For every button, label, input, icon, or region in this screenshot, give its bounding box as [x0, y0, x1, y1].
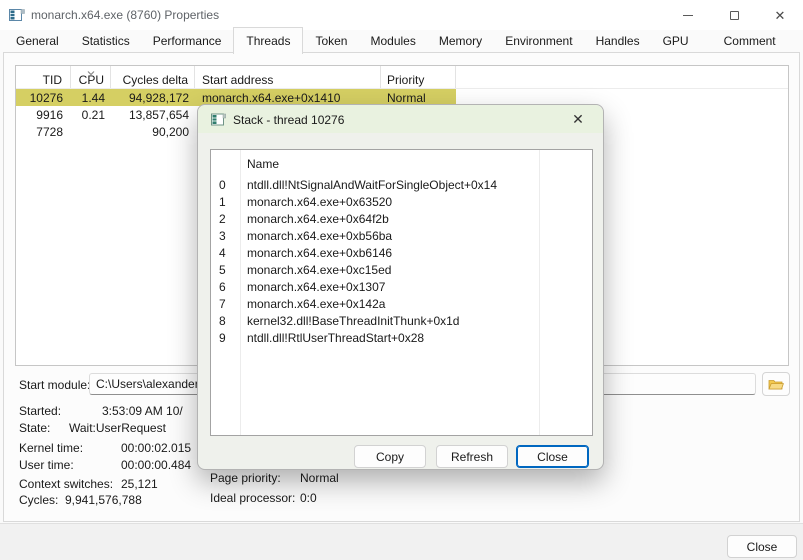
stack-name-column-header[interactable]: Name — [247, 157, 279, 171]
frame-index: 5 — [219, 263, 226, 277]
frame-name: monarch.x64.exe+0xc15ed — [247, 263, 391, 277]
kernel-time-value: 00:00:02.015 — [121, 441, 191, 455]
tab-general[interactable]: General — [5, 29, 70, 53]
cycles-value: 9,941,576,788 — [65, 493, 142, 507]
cell-tid: 9916 — [16, 108, 71, 122]
tab-handles[interactable]: Handles — [585, 29, 651, 53]
frame-name: ntdll.dll!RtlUserThreadStart+0x28 — [247, 331, 424, 345]
state-value: Wait:UserRequest — [69, 421, 166, 435]
stack-dialog-icon — [211, 113, 226, 129]
frame-name: ntdll.dll!NtSignalAndWaitForSingleObject… — [247, 178, 497, 192]
frame-index: 2 — [219, 212, 226, 226]
tab-memory[interactable]: Memory — [428, 29, 493, 53]
frame-index: 3 — [219, 229, 226, 243]
column-header-cycles-delta[interactable]: Cycles delta — [111, 66, 195, 88]
page-priority-value: Normal — [300, 471, 339, 485]
ideal-processor-label: Ideal processor: — [210, 491, 295, 505]
frame-index: 9 — [219, 331, 226, 345]
minimize-icon — [683, 15, 693, 16]
frame-index: 6 — [219, 280, 226, 294]
window-title: monarch.x64.exe (8760) Properties — [31, 8, 219, 22]
footer: Close — [0, 523, 803, 560]
refresh-button[interactable]: Refresh — [436, 445, 508, 468]
frame-index: 0 — [219, 178, 226, 192]
properties-window: monarch.x64.exe (8760) Properties ✕ Gene… — [0, 0, 803, 560]
tab-environment[interactable]: Environment — [494, 29, 583, 53]
maximize-button[interactable] — [711, 0, 757, 30]
frame-index: 8 — [219, 314, 226, 328]
context-switches-label: Context switches: — [19, 477, 113, 491]
cell-cycles-delta: 94,928,172 — [111, 91, 195, 105]
frame-index: 7 — [219, 297, 226, 311]
frame-name: monarch.x64.exe+0xb6146 — [247, 246, 392, 260]
stack-dialog: Stack - thread 10276 ✕ Name 0 ntdll.dll!N… — [197, 104, 604, 470]
folder-icon — [768, 378, 784, 391]
stack-dialog-title: Stack - thread 10276 — [233, 113, 344, 127]
titlebar: monarch.x64.exe (8760) Properties ✕ — [0, 0, 803, 30]
stack-close-button[interactable]: Close — [516, 445, 589, 468]
cell-priority: Normal — [381, 91, 456, 105]
thread-list-header: TID CPU Cycles delta Start address Prior… — [16, 66, 788, 89]
minimize-button[interactable] — [665, 0, 711, 30]
start-module-label: Start module: — [19, 378, 90, 392]
column-header-start-address[interactable]: Start address — [195, 66, 381, 88]
tab-statistics[interactable]: Statistics — [71, 29, 141, 53]
ideal-processor-value: 0:0 — [300, 491, 317, 505]
cell-cycles-delta: 90,200 — [111, 125, 195, 139]
stack-dialog-titlebar: Stack - thread 10276 ✕ — [198, 105, 603, 133]
state-label: State: — [19, 421, 50, 435]
started-value: 3:53:09 AM 10/ — [102, 404, 183, 418]
close-icon: ✕ — [572, 111, 584, 128]
frame-name: kernel32.dll!BaseThreadInitThunk+0x1d — [247, 314, 459, 328]
context-switches-value: 25,121 — [121, 477, 158, 491]
frame-name: monarch.x64.exe+0x63520 — [247, 195, 392, 209]
tab-modules[interactable]: Modules — [359, 29, 426, 53]
frame-name: monarch.x64.exe+0xb56ba — [247, 229, 392, 243]
column-header-tid[interactable]: TID — [16, 66, 71, 88]
start-module-value: C:\Users\alexander\D — [96, 377, 211, 391]
stack-dialog-close-button[interactable]: ✕ — [563, 108, 593, 130]
column-divider — [539, 150, 540, 435]
cell-tid: 7728 — [16, 125, 71, 139]
frame-index: 1 — [219, 195, 226, 209]
frame-name: monarch.x64.exe+0x64f2b — [247, 212, 389, 226]
maximize-icon — [730, 11, 739, 20]
user-time-label: User time: — [19, 458, 74, 472]
app-icon — [9, 8, 25, 25]
tab-bar: General Statistics Performance Threads T… — [5, 30, 788, 53]
cell-start-address: monarch.x64.exe+0x1410 — [195, 91, 381, 105]
tab-comment[interactable]: Comment — [713, 29, 787, 53]
column-header-priority[interactable]: Priority — [381, 66, 456, 88]
column-divider — [240, 150, 241, 435]
column-header-filler — [456, 66, 788, 88]
tab-performance[interactable]: Performance — [142, 29, 233, 53]
close-properties-button[interactable]: Close — [727, 535, 797, 558]
stack-frame-list: Name 0 ntdll.dll!NtSignalAndWaitForSingle… — [210, 149, 593, 436]
cycles-label: Cycles: — [19, 493, 58, 507]
cell-cycles-delta: 13,857,654 — [111, 108, 195, 122]
frame-name: monarch.x64.exe+0x1307 — [247, 280, 385, 294]
user-time-value: 00:00:00.484 — [121, 458, 191, 472]
close-icon: ✕ — [775, 9, 786, 22]
tab-token[interactable]: Token — [304, 29, 358, 53]
column-header-cpu[interactable]: CPU — [71, 66, 111, 88]
frame-name: monarch.x64.exe+0x142a — [247, 297, 385, 311]
kernel-time-label: Kernel time: — [19, 441, 83, 455]
copy-button[interactable]: Copy — [354, 445, 426, 468]
frame-index: 4 — [219, 246, 226, 260]
started-label: Started: — [19, 404, 61, 418]
cell-tid: 10276 — [16, 91, 71, 105]
cell-cpu: 1.44 — [71, 91, 111, 105]
tab-gpu[interactable]: GPU — [652, 29, 700, 53]
sort-descending-icon — [86, 66, 96, 79]
page-priority-label: Page priority: — [210, 471, 281, 485]
close-window-button[interactable]: ✕ — [757, 0, 803, 30]
cell-cpu: 0.21 — [71, 108, 111, 122]
tab-threads[interactable]: Threads — [233, 27, 303, 54]
browse-module-button[interactable] — [762, 372, 790, 396]
